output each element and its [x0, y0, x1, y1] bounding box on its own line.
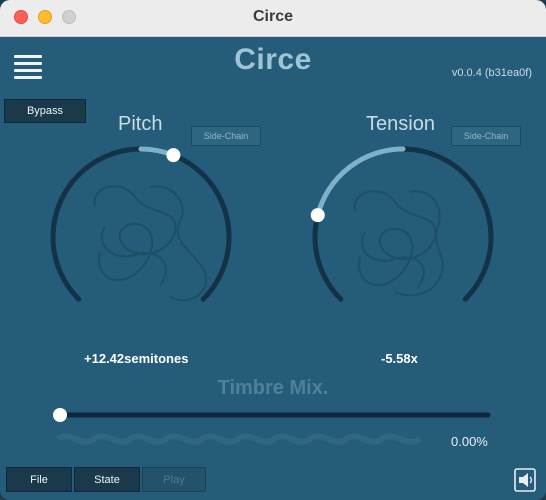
- timbre-mix-label: Timbre Mix.: [217, 377, 329, 399]
- tension-knob[interactable]: [310, 146, 494, 302]
- pitch-knob[interactable]: [50, 146, 232, 302]
- pitch-knob-handle[interactable]: [166, 148, 181, 163]
- state-button[interactable]: State: [74, 467, 140, 492]
- file-button[interactable]: File: [6, 467, 72, 492]
- export-audio-icon[interactable]: [514, 468, 536, 492]
- tension-knob-handle[interactable]: [310, 208, 325, 223]
- timbre-mix-value: 0.00%: [451, 434, 488, 449]
- timbre-mix-handle[interactable]: [53, 408, 67, 422]
- tension-value: -5.58x: [381, 351, 418, 366]
- plugin-window: Circe Circe v0.0.4 (b31ea0f) Bypass Pitc…: [0, 0, 546, 500]
- play-button[interactable]: Play: [142, 467, 206, 492]
- title-bar: Circe: [0, 0, 546, 37]
- tension-emblem-icon: [353, 190, 444, 297]
- pitch-emblem-icon: [93, 185, 208, 302]
- pitch-value: +12.42semitones: [84, 351, 189, 366]
- waveform-icon: [56, 433, 422, 445]
- window-title: Circe: [252, 8, 294, 25]
- tension-arc-fill: [315, 146, 406, 218]
- timbre-mix-slider[interactable]: [53, 408, 491, 422]
- controls-graphics: [50, 146, 536, 492]
- plugin-panel: Circe v0.0.4 (b31ea0f) Bypass Pitch Side…: [0, 37, 546, 500]
